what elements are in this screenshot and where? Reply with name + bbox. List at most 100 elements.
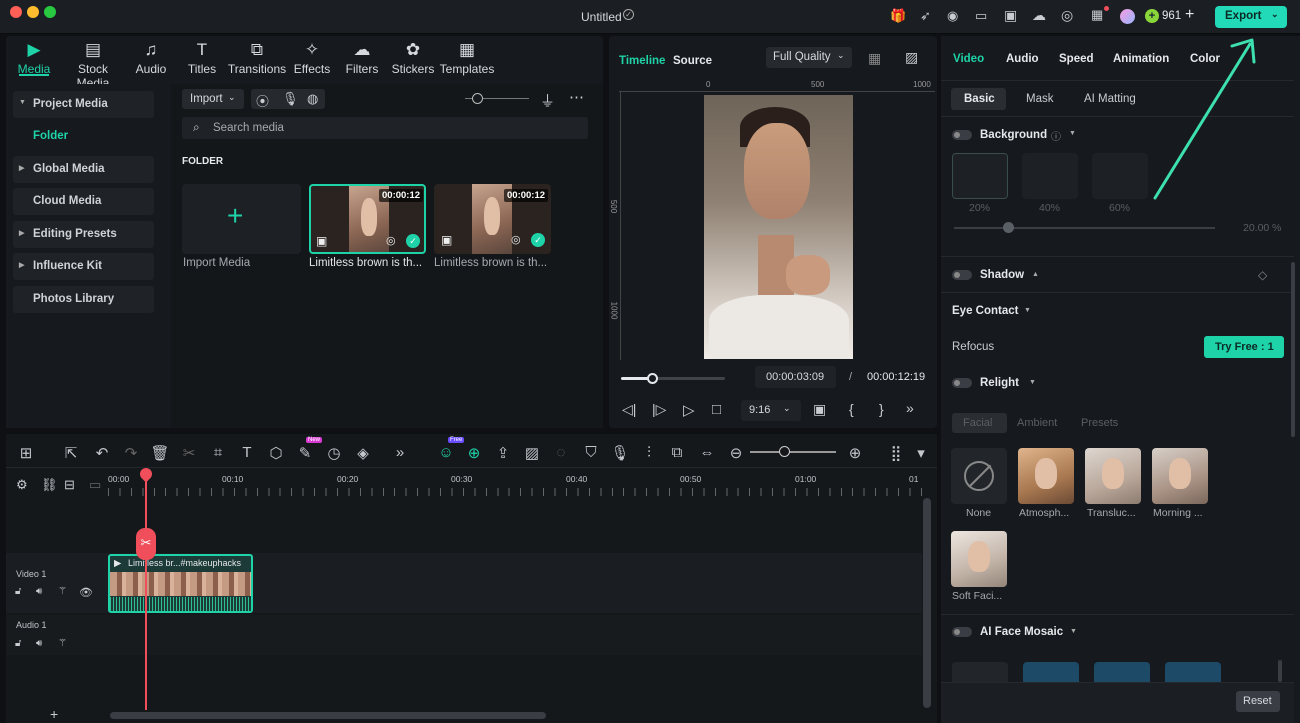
subtab-basic[interactable]: Basic	[964, 93, 995, 105]
record-screen-icon[interactable]: ⦿	[256, 91, 269, 110]
mark-out-icon[interactable]: }	[879, 401, 884, 417]
replace-icon[interactable]: ⧉	[667, 444, 687, 461]
gift-icon[interactable]: 🎁	[890, 8, 906, 24]
properties-scrollbar[interactable]	[1291, 262, 1295, 437]
tab-media[interactable]: ▶ Media	[4, 40, 64, 76]
close-window-button[interactable]	[10, 6, 22, 18]
mask-icon[interactable]: ⛉	[581, 444, 601, 461]
chevron-down-icon[interactable]: ⌄	[1271, 9, 1279, 20]
blur-option-20[interactable]	[952, 153, 1008, 199]
grid-view-icon[interactable]: ▦	[868, 50, 881, 67]
stop-icon[interactable]: □	[712, 401, 721, 418]
caret-up-icon[interactable]: ▲	[1032, 271, 1039, 278]
apps-grid-icon[interactable]: ▦	[1091, 7, 1103, 23]
mosaic-option-none[interactable]	[952, 662, 1008, 682]
sidebar-item-folder[interactable]: Folder	[33, 130, 68, 142]
save-icon[interactable]: ▣	[1004, 7, 1017, 24]
subtab-mask[interactable]: Mask	[1026, 93, 1053, 105]
background-slider-handle[interactable]	[1003, 222, 1014, 233]
pen-icon[interactable]: ✎	[295, 444, 315, 462]
video-preview[interactable]	[704, 95, 853, 359]
speed-icon[interactable]: ◷	[324, 444, 344, 462]
background-toggle[interactable]	[952, 130, 972, 140]
slider-handle[interactable]	[472, 93, 483, 104]
tab-timeline[interactable]: Timeline	[619, 55, 665, 67]
volume-icon[interactable]: 🔊︎	[36, 638, 42, 649]
media-clip-1[interactable]: 00:00:12 ▣ ◎ ✓	[309, 184, 426, 254]
crop-icon[interactable]: ⌗	[208, 444, 228, 461]
headset-icon[interactable]: ◎	[1061, 7, 1073, 24]
sidebar-item-influence-kit[interactable]: ▶ Influence Kit	[13, 253, 154, 280]
caret-down-icon[interactable]: ▼	[1070, 628, 1077, 635]
vertical-scrollbar[interactable]	[923, 498, 931, 708]
render-preview-icon[interactable]: ▣	[813, 401, 826, 418]
tab-source[interactable]: Source	[673, 55, 712, 67]
volume-icon[interactable]: 🔊︎	[36, 586, 42, 597]
zoom-out-icon[interactable]: ⊖	[726, 444, 746, 462]
microphone-icon[interactable]: 🎙	[610, 444, 630, 462]
filter-icon[interactable]: ⏚	[540, 90, 555, 111]
previous-frame-icon[interactable]: ◁|	[622, 401, 636, 418]
magic-wand-icon[interactable]: ⚚	[58, 638, 67, 649]
title-info-icon[interactable]: ✓	[623, 9, 634, 20]
relight-preset-morning[interactable]	[1152, 448, 1208, 504]
relight-tab-facial[interactable]: Facial	[963, 417, 992, 429]
lightbulb-icon[interactable]: ◉	[947, 8, 958, 24]
face-mosaic-toggle[interactable]	[952, 627, 972, 637]
layout-icon[interactable]: ⊞	[16, 444, 36, 462]
caret-down-icon[interactable]: ▼	[1024, 307, 1031, 314]
subtab-ai-matting[interactable]: AI Matting	[1084, 93, 1136, 105]
relight-preset-translucent[interactable]	[1085, 448, 1141, 504]
import-media-tile[interactable]: +	[182, 184, 301, 254]
stabilize-icon[interactable]: ◌	[551, 444, 571, 461]
media-clip-2[interactable]: 00:00:12 ▣ ◎ ✓	[434, 184, 551, 254]
text-icon[interactable]: T	[237, 444, 257, 461]
sidebar-item-editing-presets[interactable]: ▶ Editing Presets	[13, 221, 154, 248]
share-icon[interactable]: ⇪	[493, 444, 513, 462]
voiceover-icon[interactable]: ◍	[307, 91, 318, 107]
sidebar-item-photos-library[interactable]: Photos Library	[13, 286, 154, 313]
mosaic-option-3[interactable]	[1165, 662, 1221, 682]
expand-icon[interactable]: »	[390, 444, 410, 461]
playhead[interactable]	[145, 470, 147, 710]
relight-preset-none[interactable]	[951, 448, 1007, 504]
caret-down-icon[interactable]: ▼	[1029, 379, 1036, 386]
tab-audio[interactable]: Audio	[1006, 53, 1039, 65]
avatar[interactable]	[1120, 9, 1135, 24]
zoom-slider-handle[interactable]	[779, 446, 790, 457]
zoom-in-icon[interactable]: ⊕	[845, 444, 865, 462]
current-time[interactable]: 00:00:03:09	[755, 366, 836, 388]
reset-button[interactable]: Reset	[1236, 691, 1280, 712]
tab-video[interactable]: Video	[953, 53, 984, 65]
shadow-toggle[interactable]	[952, 270, 972, 280]
snap-icon[interactable]: ⊕	[464, 444, 484, 462]
video-clip[interactable]: ▶ Limitless br...#makeuphacks	[108, 554, 253, 613]
visibility-icon[interactable]: 👁︎	[79, 586, 93, 599]
relight-preset-atmosphere[interactable]	[1018, 448, 1074, 504]
split-scissors-icon[interactable]: ✂	[136, 528, 156, 560]
track-layout-icon[interactable]: ⣿	[886, 444, 906, 462]
undo-icon[interactable]: ↶	[92, 444, 112, 462]
sidebar-item-cloud-media[interactable]: Cloud Media	[13, 188, 154, 215]
import-dropdown[interactable]: Import ⌄	[182, 89, 244, 109]
cut-icon[interactable]: ✂	[179, 444, 199, 462]
relight-toggle[interactable]	[952, 378, 972, 388]
delete-icon[interactable]: 🗑︎	[150, 444, 170, 462]
maximize-window-button[interactable]	[44, 6, 56, 18]
unlink-icon[interactable]: ⛓	[41, 477, 58, 493]
quality-dropdown[interactable]: Full Quality ⌄	[766, 47, 852, 68]
try-free-button[interactable]: Try Free : 1	[1204, 336, 1284, 358]
keyframe-icon[interactable]: ◇	[1258, 268, 1267, 282]
lock-icon[interactable]: 🔓︎	[15, 638, 21, 649]
blur-option-40[interactable]	[1022, 153, 1078, 199]
image-icon[interactable]: ▨	[522, 444, 542, 462]
search-input[interactable]: ⌕ Search media	[182, 117, 588, 139]
mixer-icon[interactable]: ⫶	[639, 444, 659, 461]
magic-wand-icon[interactable]: ⚚	[58, 586, 67, 597]
inner-scrollbar[interactable]	[1278, 660, 1282, 682]
caption-icon[interactable]: ▭	[89, 477, 101, 493]
select-icon[interactable]: ⇱	[61, 444, 81, 462]
play-icon[interactable]: ▷	[683, 401, 695, 419]
help-icon[interactable]: ⓘ	[1051, 128, 1061, 143]
microphone-icon[interactable]: 🎙	[282, 91, 299, 107]
